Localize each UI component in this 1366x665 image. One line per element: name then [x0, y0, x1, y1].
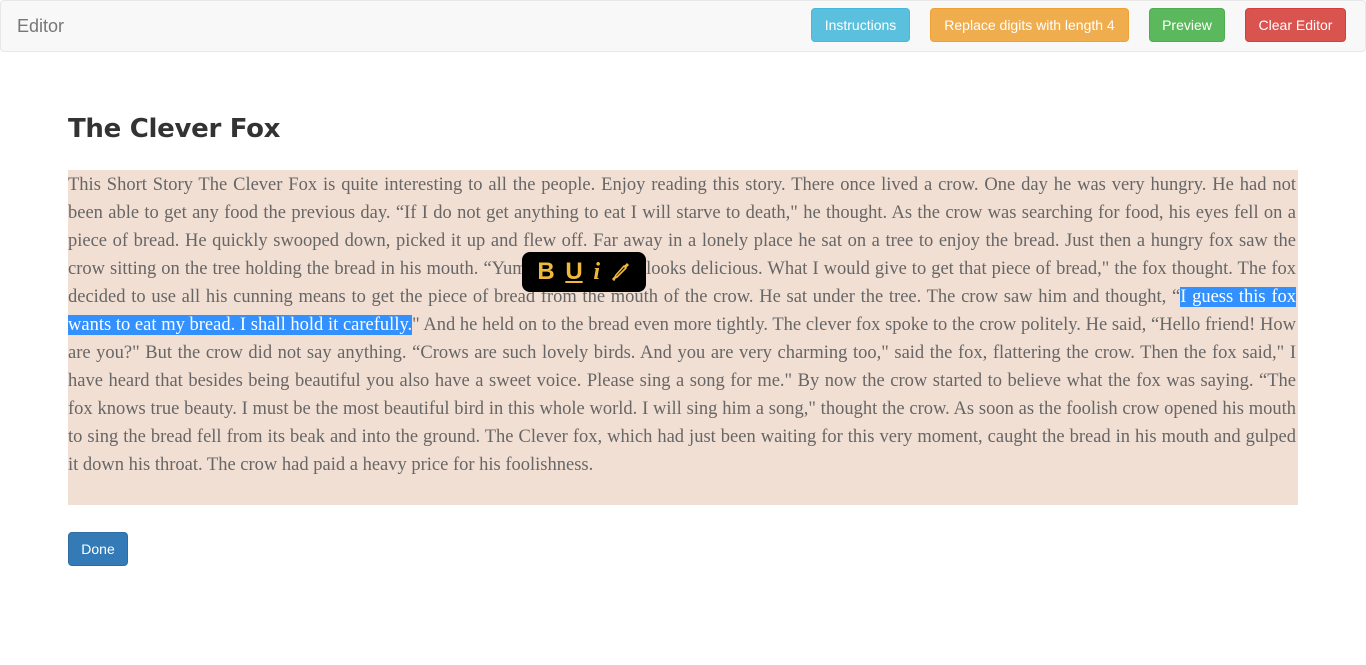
clear-editor-button[interactable]: Clear Editor [1245, 8, 1346, 42]
preview-button[interactable]: Preview [1149, 8, 1225, 42]
story-text-after: " And he held on to the bread even more … [68, 315, 1296, 475]
format-toolbar: B U i [522, 252, 646, 292]
story-text[interactable]: This Short Story The Clever Fox is quite… [68, 171, 1298, 479]
story-text-before: This Short Story The Clever Fox is quite… [68, 175, 1296, 307]
underline-button[interactable]: U [565, 260, 582, 284]
italic-button[interactable]: i [593, 260, 600, 284]
replace-digits-button[interactable]: Replace digits with length 4 [930, 8, 1129, 42]
navbar: Editor Instructions Replace digits with … [0, 0, 1366, 52]
story-title: The Clever Fox [68, 114, 281, 144]
eyedropper-icon[interactable] [611, 261, 631, 283]
brand-title[interactable]: Editor [17, 16, 64, 37]
bold-button[interactable]: B [537, 260, 554, 284]
instructions-button[interactable]: Instructions [811, 8, 910, 42]
done-button[interactable]: Done [68, 532, 128, 566]
story-editor[interactable]: This Short Story The Clever Fox is quite… [68, 170, 1298, 505]
